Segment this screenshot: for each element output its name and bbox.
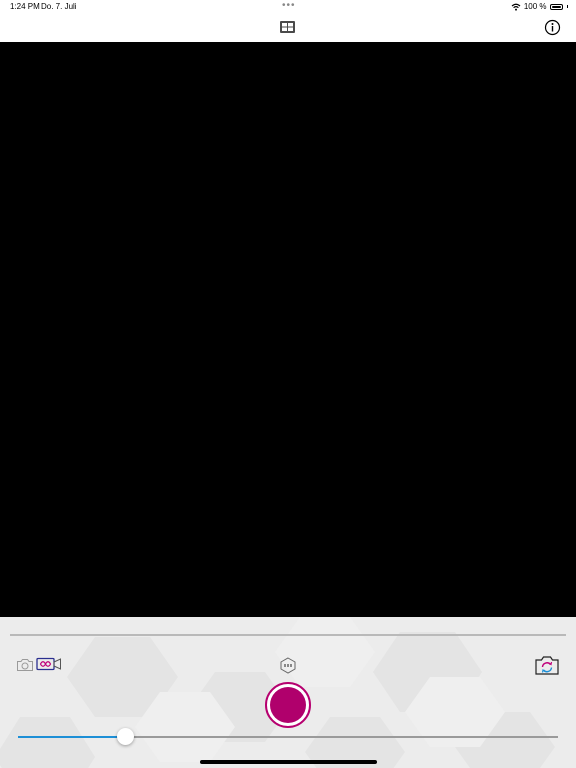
battery-fill bbox=[551, 5, 561, 8]
battery-icon bbox=[549, 3, 563, 10]
wifi-icon bbox=[511, 3, 521, 11]
status-bar: 1:24 PM Do. 7. Juli ••• 100 % bbox=[0, 0, 576, 14]
status-indicators: 100 % bbox=[511, 2, 568, 11]
panel-divider bbox=[10, 634, 566, 636]
battery-percent: 100 % bbox=[523, 2, 547, 11]
camera-icon[interactable] bbox=[16, 658, 34, 672]
zoom-slider-fill bbox=[18, 736, 126, 738]
record-button[interactable] bbox=[265, 682, 311, 728]
gallery-icon[interactable] bbox=[279, 20, 296, 35]
status-time: 1:24 PM bbox=[10, 2, 40, 11]
multitasking-dots[interactable]: ••• bbox=[282, 0, 296, 11]
control-panel bbox=[0, 617, 576, 768]
top-toolbar bbox=[0, 14, 576, 42]
info-icon[interactable] bbox=[544, 19, 561, 36]
zoom-slider-thumb[interactable] bbox=[117, 728, 134, 745]
hexagon-settings-icon[interactable] bbox=[279, 657, 297, 674]
video-camera-icon[interactable] bbox=[36, 657, 62, 671]
record-button-inner bbox=[270, 687, 306, 723]
switch-camera-icon[interactable] bbox=[534, 655, 560, 676]
camera-preview[interactable] bbox=[0, 42, 576, 617]
zoom-slider[interactable] bbox=[18, 728, 558, 746]
status-date: Do. 7. Juli bbox=[41, 2, 77, 11]
battery-cap bbox=[566, 5, 568, 8]
home-indicator bbox=[200, 760, 377, 764]
capture-mode-toggle[interactable] bbox=[16, 657, 64, 673]
